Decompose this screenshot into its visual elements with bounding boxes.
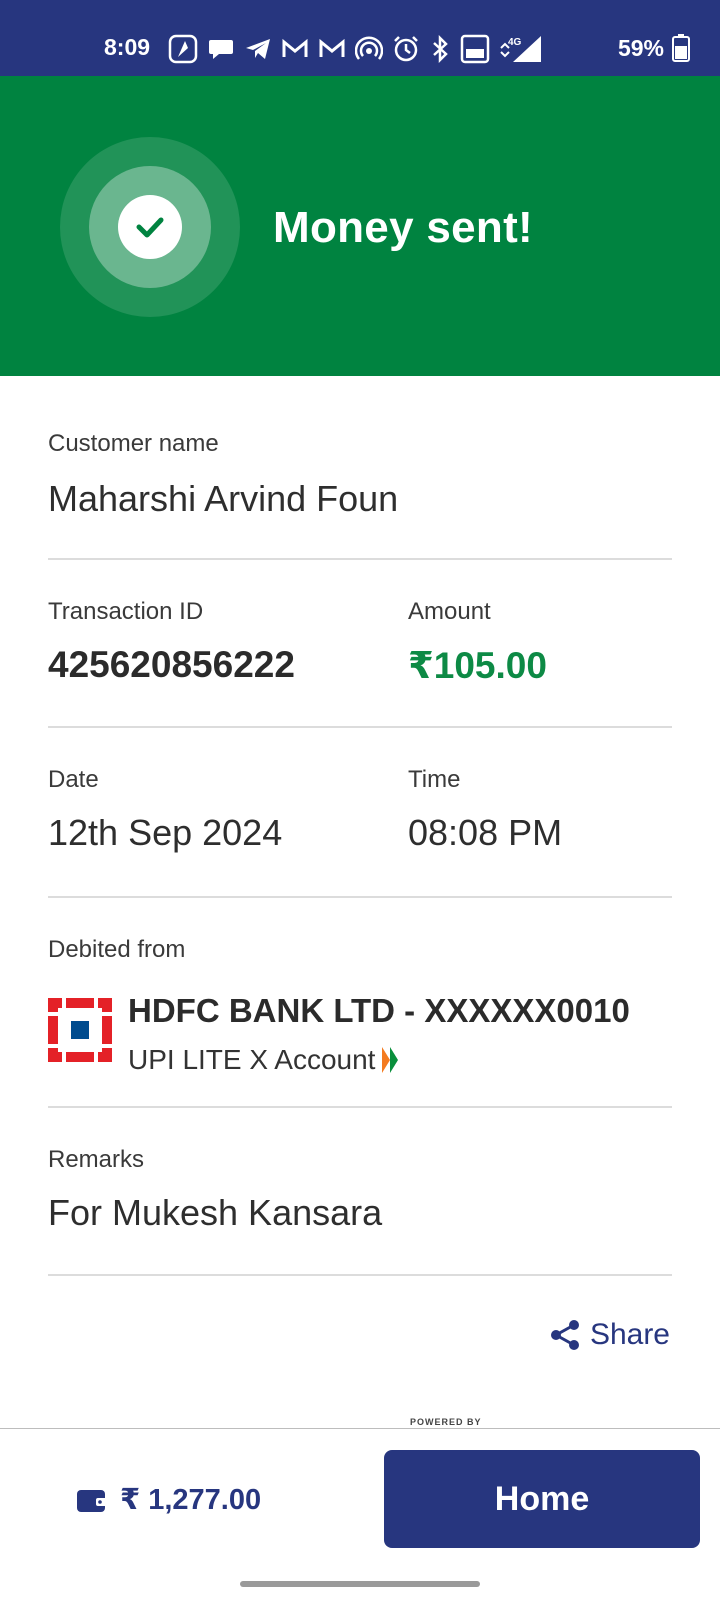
divider — [48, 1274, 672, 1276]
telegram-icon — [246, 39, 270, 59]
bluetooth-icon — [433, 35, 448, 63]
bank-name: HDFC BANK LTD - XXXXXX0010 — [128, 992, 630, 1029]
gesture-nav-bar[interactable] — [240, 1581, 480, 1587]
datetime-section: Date 12th Sep 2024 Time 08:08 PM — [48, 766, 672, 866]
chat-icon — [209, 40, 233, 59]
powered-by-label: POWERED BY — [410, 1417, 482, 1427]
divider — [48, 726, 672, 728]
amount-label: Amount — [408, 598, 491, 625]
divider — [48, 1106, 672, 1108]
share-icon — [550, 1320, 579, 1350]
remarks-value: For Mukesh Kansara — [48, 1192, 383, 1233]
divider — [48, 896, 672, 898]
volte-icon — [460, 34, 490, 64]
hdfc-bank-logo — [48, 998, 112, 1062]
success-banner: Money sent! — [0, 76, 720, 376]
svg-text:4G: 4G — [508, 37, 522, 48]
txn-label: Transaction ID — [48, 598, 204, 625]
date-label: Date — [48, 766, 99, 793]
debited-section: Debited from HDFC BANK LTD - XXXXXX0010 … — [48, 936, 672, 1076]
footer-divider — [0, 1428, 720, 1429]
gmail-icon — [282, 38, 308, 57]
divider — [48, 558, 672, 560]
status-bar: 8:09 4G 59% — [0, 0, 720, 76]
battery-icon — [672, 34, 690, 62]
notification-icons: 4G — [168, 34, 543, 64]
txn-value: 425620856222 — [48, 644, 295, 685]
bank-account-type: UPI LITE X Account — [128, 1044, 376, 1075]
customer-value: Maharshi Arvind Foun — [48, 478, 399, 519]
signal-icon: 4G — [500, 36, 541, 62]
date-value: 12th Sep 2024 — [48, 812, 283, 853]
customer-label: Customer name — [48, 430, 219, 457]
gmail-icon — [319, 38, 345, 57]
battery-area: 59% — [618, 34, 690, 62]
banner-title: Money sent! — [273, 203, 533, 252]
debited-label: Debited from — [48, 936, 186, 963]
share-button[interactable]: Share — [548, 1318, 670, 1352]
remarks-section: Remarks For Mukesh Kansara — [48, 1146, 672, 1234]
bank-account-type-row: UPI LITE X Account — [128, 1044, 403, 1076]
home-button[interactable]: Home — [384, 1450, 700, 1548]
battery-percent: 59% — [617, 34, 664, 61]
wallet-amount: ₹ 1,277.00 — [120, 1484, 262, 1516]
wallet-balance: ₹ 1,277.00 — [76, 1482, 261, 1517]
alarm-icon — [394, 36, 418, 62]
transaction-section: Transaction ID 425620856222 Amount ₹105.… — [48, 598, 672, 698]
hotspot-icon — [355, 36, 383, 60]
upi-logo-icon — [382, 1047, 399, 1073]
wallet-icon — [77, 1489, 107, 1512]
customer-section: Customer name Maharshi Arvind Foun — [48, 430, 672, 520]
amount-value: ₹105.00 — [408, 645, 547, 686]
remarks-label: Remarks — [48, 1146, 145, 1173]
time-value: 08:08 PM — [408, 812, 563, 853]
navigation-app-icon — [168, 34, 198, 64]
status-time: 8:09 — [104, 34, 151, 60]
check-icon — [118, 195, 182, 259]
time-label: Time — [408, 766, 461, 793]
share-label: Share — [589, 1318, 670, 1351]
